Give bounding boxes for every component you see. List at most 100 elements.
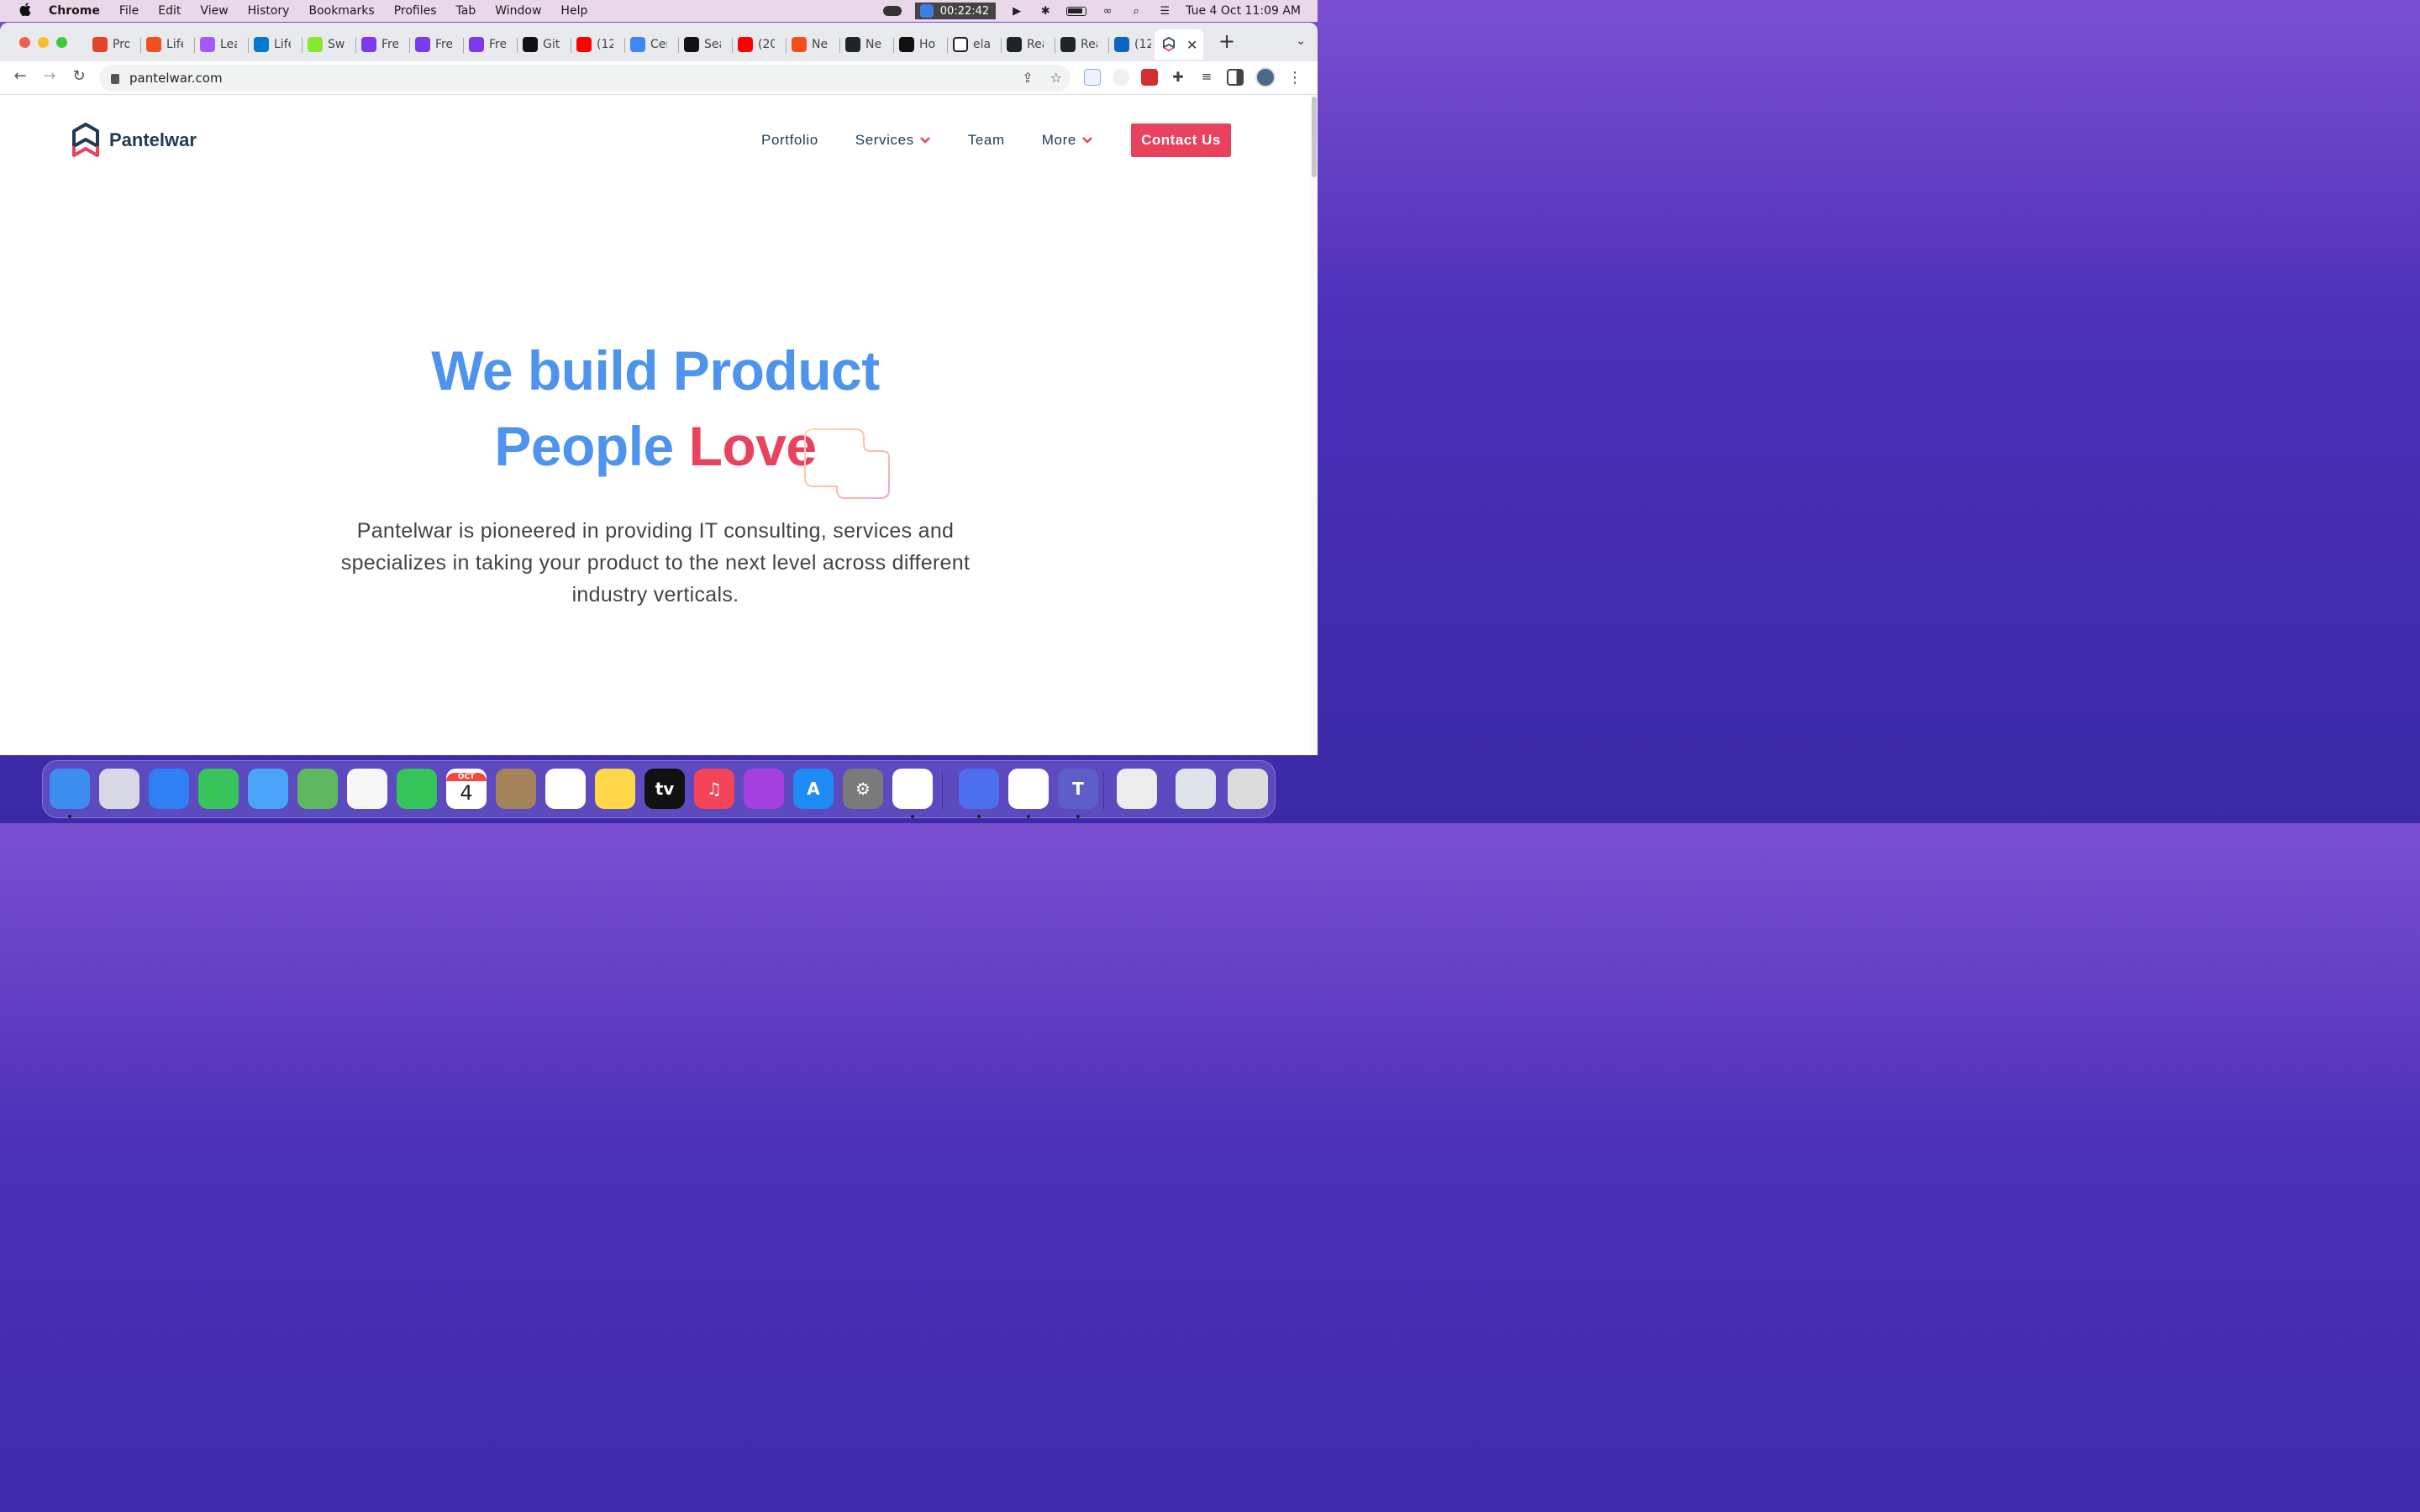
nav-team[interactable]: Team — [968, 132, 1005, 149]
linkedin-icon — [1114, 37, 1129, 52]
video-speed-extension-icon[interactable] — [1141, 69, 1158, 86]
calendar-month-label: OCT — [446, 773, 487, 781]
url-text[interactable]: pantelwar.com — [129, 71, 223, 86]
address-bar[interactable]: pantelwar.com ⇪ ☆ — [99, 65, 1071, 92]
media-controls-icon[interactable]: ≡ — [1198, 69, 1215, 86]
play-icon[interactable]: ▶ — [1009, 5, 1024, 18]
downloads-icon[interactable] — [1176, 769, 1216, 809]
spotlight-search-icon[interactable]: ⌕ — [1128, 5, 1144, 18]
color-picker-extension-icon[interactable] — [1084, 69, 1101, 86]
browser-tab[interactable]: Rea — [1055, 29, 1109, 60]
contacts-icon[interactable] — [496, 769, 536, 809]
browser-tab[interactable]: Life — [249, 29, 302, 60]
facetime-icon[interactable] — [397, 769, 437, 809]
control-center-icon[interactable]: ☰ — [1157, 5, 1172, 18]
photos-icon[interactable] — [347, 769, 387, 809]
tab-title: (12 — [1134, 38, 1151, 51]
contact-us-button[interactable]: Contact Us — [1131, 123, 1231, 157]
clockify-icon[interactable] — [959, 769, 999, 809]
browser-tab[interactable]: Sea — [679, 29, 733, 60]
chrome-icon[interactable] — [1008, 769, 1049, 809]
browser-tab[interactable]: Fre — [410, 29, 464, 60]
menu-window[interactable]: Window — [495, 4, 541, 18]
bluetooth-icon[interactable]: ✱ — [1038, 5, 1053, 18]
teams-icon[interactable]: T — [1058, 769, 1098, 809]
browser-tab[interactable]: Life — [141, 29, 195, 60]
scrollbar-thumb[interactable] — [1312, 97, 1317, 177]
browser-tab[interactable]: ela — [948, 29, 1002, 60]
menu-history[interactable]: History — [248, 4, 290, 18]
nav-more[interactable]: More — [1042, 132, 1093, 149]
menu-app-chrome[interactable]: Chrome — [49, 4, 100, 18]
podcasts-icon[interactable] — [744, 769, 784, 809]
menu-bookmarks[interactable]: Bookmarks — [308, 4, 374, 18]
browser-tab[interactable]: Nel — [786, 29, 840, 60]
calendar-icon[interactable]: OCT 4 — [446, 769, 487, 809]
menu-tab[interactable]: Tab — [456, 4, 476, 18]
appletv-icon[interactable]: tv — [644, 769, 685, 809]
menu-edit[interactable]: Edit — [158, 4, 181, 18]
music-icon[interactable]: ♫ — [694, 769, 734, 809]
system-preferences-icon[interactable]: ⚙ — [843, 769, 883, 809]
figma-icon — [200, 37, 215, 52]
reload-icon[interactable]: ↻ — [69, 67, 89, 85]
minimize-window-button[interactable] — [38, 37, 49, 48]
browser-tab[interactable]: Fre — [356, 29, 410, 60]
reminders-icon[interactable] — [545, 769, 586, 809]
close-tab-icon[interactable]: ✕ — [1186, 37, 1197, 53]
menu-profiles[interactable]: Profiles — [394, 4, 437, 18]
web-page: Pantelwar Portfolio Services Team More C… — [0, 95, 1318, 755]
menu-help[interactable]: Help — [560, 4, 587, 18]
time-tracker-widget[interactable]: 00:22:42 — [914, 3, 997, 19]
page-scrollbar[interactable] — [1311, 95, 1318, 755]
browser-tab[interactable]: (12 — [571, 29, 625, 60]
notes-icon[interactable] — [595, 769, 635, 809]
back-arrow-icon[interactable]: ← — [10, 67, 30, 85]
mail-icon[interactable] — [248, 769, 288, 809]
browser-tab[interactable]: Lea — [195, 29, 249, 60]
browser-tab[interactable]: Pro — [87, 29, 141, 60]
messages-icon[interactable] — [198, 769, 239, 809]
icloud-icon[interactable] — [882, 6, 902, 16]
appstore-icon[interactable]: A — [793, 769, 834, 809]
active-tab[interactable]: ✕ — [1155, 29, 1203, 60]
menubar-clock[interactable]: Tue 4 Oct 11:09 AM — [1186, 4, 1301, 18]
zoom-window-button[interactable] — [56, 37, 67, 48]
tab-title: (12 — [597, 38, 613, 51]
profile-avatar[interactable] — [1255, 67, 1276, 87]
trash-icon[interactable] — [1228, 769, 1268, 809]
close-window-button[interactable] — [19, 37, 30, 48]
puzzle-extensions-icon[interactable]: ✚ — [1170, 69, 1186, 86]
menu-view[interactable]: View — [200, 4, 228, 18]
menu-file[interactable]: File — [119, 4, 139, 18]
new-tab-button[interactable]: + — [1217, 29, 1237, 53]
nav-services[interactable]: Services — [855, 132, 931, 149]
vscode-icon[interactable] — [892, 769, 933, 809]
finder-icon[interactable] — [50, 769, 90, 809]
link-icon[interactable]: ∞ — [1100, 5, 1115, 18]
target-extension-icon[interactable] — [1113, 69, 1129, 86]
apple-logo-icon[interactable] — [17, 3, 34, 19]
browser-tab[interactable]: Sw — [302, 29, 356, 60]
share-icon[interactable]: ⇪ — [1022, 70, 1033, 86]
document-icon[interactable] — [1117, 769, 1157, 809]
bookmark-star-icon[interactable]: ☆ — [1050, 70, 1062, 86]
browser-tab[interactable]: Fre — [464, 29, 518, 60]
site-logo[interactable]: Pantelwar — [71, 122, 197, 159]
chrome-menu-icon[interactable]: ⋮ — [1287, 69, 1302, 87]
side-panel-icon[interactable] — [1227, 69, 1244, 86]
maps-icon[interactable] — [297, 769, 338, 809]
browser-tab[interactable]: Hov — [894, 29, 948, 60]
forward-arrow-icon[interactable]: → — [39, 67, 60, 85]
browser-tab[interactable]: (20 — [733, 29, 786, 60]
nav-portfolio[interactable]: Portfolio — [761, 132, 818, 149]
browser-tab[interactable]: Rea — [1002, 29, 1055, 60]
browser-tab[interactable]: Nel — [840, 29, 894, 60]
browser-tab[interactable]: Git — [518, 29, 571, 60]
battery-icon[interactable] — [1066, 6, 1087, 16]
lock-icon[interactable] — [111, 74, 119, 84]
safari-icon[interactable] — [149, 769, 189, 809]
launchpad-icon[interactable] — [99, 769, 139, 809]
browser-tab[interactable]: Cer — [625, 29, 679, 60]
tab-search-chevron-icon[interactable]: ⌄ — [1296, 34, 1306, 48]
